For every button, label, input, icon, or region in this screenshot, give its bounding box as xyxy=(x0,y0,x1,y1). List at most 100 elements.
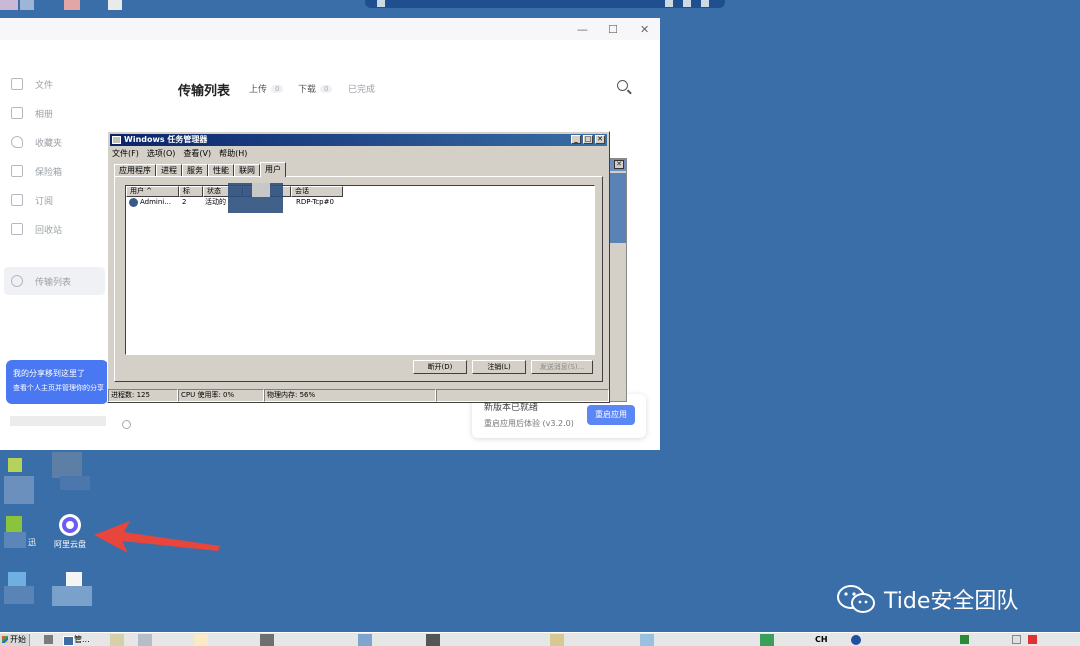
tab-download[interactable]: 下载 0 xyxy=(298,82,333,95)
safe-icon xyxy=(11,165,23,177)
sidebar-item-favorites[interactable]: 收藏夹 xyxy=(8,132,108,152)
tab-label: 上传 xyxy=(249,85,268,95)
blurred-taskbar-items xyxy=(110,633,810,646)
menu-help[interactable]: 帮助(H) xyxy=(219,148,247,159)
maximize-button[interactable]: ☐ xyxy=(608,23,618,36)
close-icon[interactable]: ✕ xyxy=(614,160,624,169)
sidebar-item-label: 收藏夹 xyxy=(35,138,63,149)
cell-user: Admini... xyxy=(140,198,171,206)
send-message-button[interactable]: 发送消息(S)... xyxy=(531,360,593,374)
watermark-text: Tide安全团队 xyxy=(884,589,1019,614)
sidebar-item-safe[interactable]: 保险箱 xyxy=(8,161,108,181)
user-icon xyxy=(129,198,138,207)
sidebar-item-album[interactable]: 相册 xyxy=(8,103,108,123)
close-button[interactable]: ✕ xyxy=(640,23,649,36)
restart-app-button[interactable]: 重启应用 xyxy=(587,405,635,425)
menu-file[interactable]: 文件(F) xyxy=(112,148,139,159)
wechat-icon xyxy=(837,585,875,613)
logoff-button[interactable]: 注销(L) xyxy=(472,360,526,374)
status-processes: 进程数: 125 xyxy=(108,389,178,402)
column-user[interactable]: 用户 ^ xyxy=(126,186,179,197)
title-bar: — ☐ ✕ xyxy=(0,18,660,40)
tray-icon[interactable] xyxy=(1012,635,1021,644)
update-desc: 重启应用后体验 (v3.2.0) xyxy=(484,419,574,428)
close-icon[interactable] xyxy=(701,0,709,7)
tooltip-desc: 查看个人主页并管理你的分享 xyxy=(13,384,104,392)
bookmark-icon xyxy=(11,194,23,206)
tab-users[interactable]: 用户 xyxy=(260,162,286,177)
tray-icon[interactable] xyxy=(960,635,969,644)
users-list[interactable]: 用户 ^ 标 状态 会话 Admini... 2 活动的 RDP-Tcp#0 xyxy=(125,185,595,355)
gear-icon[interactable] xyxy=(122,420,131,429)
sidebar-item-label: 相册 xyxy=(35,109,54,120)
aliyun-drive-icon xyxy=(59,514,81,536)
tab-strip: 应用程序 进程 服务 性能 联网 用户 xyxy=(114,162,286,177)
sidebar-item-label: 回收站 xyxy=(35,225,63,236)
redacted-area xyxy=(252,183,270,197)
sidebar-item-files[interactable]: 文件 xyxy=(8,74,108,94)
count-badge: 0 xyxy=(320,84,333,93)
start-button[interactable]: 开始 xyxy=(0,634,30,646)
pin-icon[interactable] xyxy=(377,0,385,7)
maximize-button[interactable]: □ xyxy=(583,135,593,144)
cell-session: RDP-Tcp#0 xyxy=(296,198,334,206)
heart-icon xyxy=(11,136,23,148)
blurred-desktop-icons-top xyxy=(0,0,150,18)
blurred-avatar-row xyxy=(10,414,110,428)
status-blank xyxy=(436,389,609,402)
sidebar-item-label: 文件 xyxy=(35,80,54,91)
close-button[interactable]: ✕ xyxy=(595,135,605,144)
remote-toolbar[interactable] xyxy=(365,0,725,8)
status-bar: 进程数: 125 CPU 使用率: 0% 物理内存: 56% xyxy=(108,389,609,402)
column-id[interactable]: 标 xyxy=(179,186,203,197)
search-icon[interactable] xyxy=(617,80,628,91)
language-indicator[interactable]: CH xyxy=(815,634,828,646)
sidebar-item-subscribe[interactable]: 订阅 xyxy=(8,190,108,210)
transfer-icon xyxy=(11,275,23,287)
tray-icon[interactable] xyxy=(1028,635,1037,644)
sidebar-item-label: 订阅 xyxy=(35,196,54,207)
trash-icon xyxy=(11,223,23,235)
cell-id: 2 xyxy=(182,198,187,206)
minimize-button[interactable]: — xyxy=(577,23,588,36)
tab-done[interactable]: 已完成 xyxy=(348,82,375,95)
sidebar-item-transfer[interactable]: 传输列表 xyxy=(4,267,105,295)
red-arrow-annotation xyxy=(94,521,220,553)
status-cpu: CPU 使用率: 0% xyxy=(178,389,264,402)
minimize-button[interactable]: _ xyxy=(571,135,581,144)
share-tooltip[interactable]: 我的分享移到这里了 查看个人主页并管理你的分享 xyxy=(6,360,108,404)
desktop-icon-aliyun-drive[interactable]: 阿里云盘 xyxy=(50,514,90,550)
tooltip-title: 我的分享移到这里了 xyxy=(13,369,85,378)
status-memory: 物理内存: 56% xyxy=(264,389,436,402)
watermark: Tide安全团队 xyxy=(836,583,1018,615)
page-title: 传输列表 xyxy=(178,84,231,99)
file-icon xyxy=(11,78,23,90)
sidebar-item-trash[interactable]: 回收站 xyxy=(8,219,108,239)
quicklaunch-icon[interactable] xyxy=(44,635,53,644)
menu-view[interactable]: 查看(V) xyxy=(183,148,211,159)
restore-icon[interactable] xyxy=(683,0,691,7)
title-text: Windows 任务管理器 xyxy=(124,135,208,144)
column-session[interactable]: 会话 xyxy=(291,186,343,197)
tab-upload[interactable]: 上传 0 xyxy=(249,82,284,95)
taskmgr-icon xyxy=(112,136,121,144)
minimize-icon[interactable] xyxy=(665,0,673,7)
window-title: Windows 任务管理器 _ □ ✕ xyxy=(110,134,607,146)
count-badge: 0 xyxy=(271,84,284,93)
task-manager-window: Windows 任务管理器 _ □ ✕ 文件(F) 选项(O) 查看(V) 帮助… xyxy=(107,131,610,403)
table-row[interactable]: Admini... 2 活动的 RDP-Tcp#0 xyxy=(126,197,594,208)
tab-label: 下载 xyxy=(298,85,317,95)
help-icon[interactable] xyxy=(851,635,861,645)
taskbar: 开始 管... CH xyxy=(0,632,1080,646)
users-panel: 用户 ^ 标 状态 会话 Admini... 2 活动的 RDP-Tcp#0 断… xyxy=(114,176,603,382)
taskbar-item-taskmgr[interactable]: 管... xyxy=(62,634,90,646)
photo-icon xyxy=(11,107,23,119)
tab-label: 已完成 xyxy=(348,85,376,95)
menu-bar: 文件(F) 选项(O) 查看(V) 帮助(H) xyxy=(112,148,247,159)
menu-options[interactable]: 选项(O) xyxy=(147,148,176,159)
cell-status: 活动的 xyxy=(205,198,226,206)
disconnect-button[interactable]: 断开(D) xyxy=(413,360,467,374)
sidebar-item-label: 保险箱 xyxy=(35,167,63,178)
desktop-icon-label: 迅 xyxy=(28,538,36,547)
sidebar-item-label: 传输列表 xyxy=(35,277,72,288)
